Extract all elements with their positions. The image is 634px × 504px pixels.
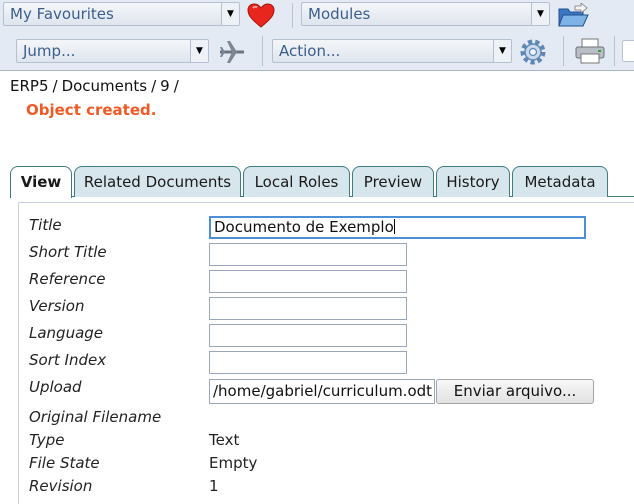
chevron-down-icon: ▼ xyxy=(531,3,549,25)
toolbar-divider xyxy=(262,36,263,66)
file-state-label: File State xyxy=(29,454,100,472)
breadcrumb-separator: / xyxy=(52,77,58,95)
modules-select[interactable]: Modules ▼ xyxy=(301,2,550,26)
gear-icon[interactable] xyxy=(518,37,548,67)
title-input-value: Documento de Exemplo xyxy=(214,218,394,236)
version-label: Version xyxy=(29,297,85,315)
revision-value: 1 xyxy=(209,477,219,495)
tab-local-roles[interactable]: Local Roles xyxy=(243,166,350,197)
type-label: Type xyxy=(29,431,65,449)
printer-icon[interactable] xyxy=(574,37,606,65)
original-filename-label: Original Filename xyxy=(29,408,162,426)
short-title-input[interactable] xyxy=(209,243,407,266)
status-message: Object created. xyxy=(26,101,157,119)
erp5-window: My Favourites ▼ Modules ▼ Jump... ▼ Acti… xyxy=(0,0,634,504)
chevron-down-icon: ▼ xyxy=(190,40,208,62)
revision-label: Revision xyxy=(29,477,93,495)
jump-select[interactable]: Jump... ▼ xyxy=(16,39,209,63)
file-state-value: Empty xyxy=(209,454,258,472)
upload-path-value: /home/gabriel/curriculum.odt xyxy=(213,382,433,400)
tab-related-documents[interactable]: Related Documents xyxy=(74,166,241,197)
language-label: Language xyxy=(29,324,104,342)
toolbar-divider xyxy=(614,36,615,66)
chevron-down-icon: ▼ xyxy=(221,3,239,25)
breadcrumb-separator: / xyxy=(151,77,157,95)
breadcrumb: ERP5/Documents/9/ xyxy=(10,77,183,95)
heart-icon[interactable] xyxy=(246,2,276,29)
text-caret xyxy=(393,219,395,234)
tab-preview[interactable]: Preview xyxy=(352,166,434,197)
upload-label: Upload xyxy=(29,378,82,396)
tab-history[interactable]: History xyxy=(436,166,510,197)
partial-toolbar-icon[interactable] xyxy=(622,40,634,62)
airplane-icon[interactable] xyxy=(218,39,246,65)
action-select[interactable]: Action... ▼ xyxy=(272,39,512,63)
top-toolbar: My Favourites ▼ Modules ▼ xyxy=(0,0,634,31)
toolbar-divider xyxy=(563,36,564,66)
title-input[interactable]: Documento de Exemplo xyxy=(209,216,586,239)
breadcrumb-link-documents[interactable]: Documents xyxy=(62,77,148,95)
upload-file-button[interactable]: Enviar arquivo... xyxy=(436,379,594,404)
reference-label: Reference xyxy=(29,270,106,288)
upload-path-input[interactable]: /home/gabriel/curriculum.odt xyxy=(209,379,435,404)
jump-select-label: Jump... xyxy=(23,42,76,60)
title-label: Title xyxy=(29,216,62,234)
action-toolbar: Jump... ▼ Action... ▼ xyxy=(0,31,634,71)
breadcrumb-separator: / xyxy=(173,77,179,95)
tab-view[interactable]: View xyxy=(10,166,72,198)
favourites-select[interactable]: My Favourites ▼ xyxy=(3,2,240,26)
type-value: Text xyxy=(209,431,240,449)
sort-index-input[interactable] xyxy=(209,351,407,374)
version-input[interactable] xyxy=(209,297,407,320)
chevron-down-icon: ▼ xyxy=(493,40,511,62)
breadcrumb-link-erp5[interactable]: ERP5 xyxy=(10,77,49,95)
tab-metadata[interactable]: Metadata xyxy=(512,166,608,197)
modules-select-label: Modules xyxy=(308,5,371,23)
reference-input[interactable] xyxy=(209,270,407,293)
language-input[interactable] xyxy=(209,324,407,347)
toolbar-divider xyxy=(292,3,293,28)
sort-index-label: Sort Index xyxy=(29,351,107,369)
action-select-label: Action... xyxy=(279,42,341,60)
short-title-label: Short Title xyxy=(29,243,107,261)
favourites-select-label: My Favourites xyxy=(10,5,114,23)
breadcrumb-link-9[interactable]: 9 xyxy=(160,77,170,95)
folder-open-icon[interactable] xyxy=(557,3,589,29)
